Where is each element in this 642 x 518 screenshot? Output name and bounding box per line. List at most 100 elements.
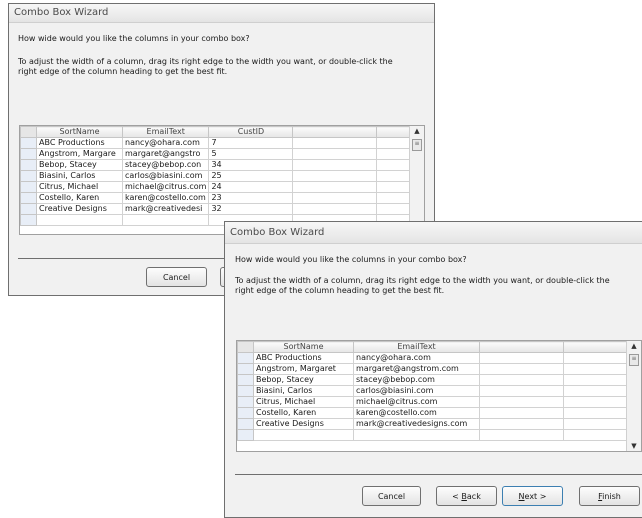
row-selector[interactable] xyxy=(20,148,37,160)
table-row[interactable]: Creative Designs mark@creativedesi 32 xyxy=(20,203,414,215)
cell-emailtext: stacey@bebop.com xyxy=(353,374,480,386)
cell-sortname: Bebop, Stacey xyxy=(253,374,354,386)
table-row xyxy=(237,429,628,441)
column-header-sortname[interactable]: SortName xyxy=(36,126,123,138)
table-row[interactable]: Costello, Karen karen@costello.com xyxy=(237,407,628,419)
back-button[interactable]: < Back xyxy=(436,486,497,506)
cell-custid: 5 xyxy=(208,148,294,160)
table-row[interactable]: Creative Designs mark@creativedesigns.com xyxy=(237,418,628,430)
finish-button[interactable]: Finish xyxy=(579,486,640,506)
window-title: Combo Box Wizard xyxy=(9,4,434,23)
cell-sortname: Angstrom, Margaret xyxy=(253,363,354,375)
cell-sortname: ABC Productions xyxy=(36,137,123,149)
table-row[interactable]: ABC Productions nancy@ohara.com 7 xyxy=(20,137,414,149)
row-selector-corner[interactable] xyxy=(237,341,254,353)
empty-column-header xyxy=(479,341,564,353)
scroll-thumb[interactable]: ≡ xyxy=(629,354,639,366)
cell-custid: 7 xyxy=(208,137,294,149)
row-selector[interactable] xyxy=(237,352,254,364)
row-selector[interactable] xyxy=(237,363,254,375)
cell-sortname: ABC Productions xyxy=(253,352,354,364)
cell-emailtext: mark@creativedesi xyxy=(121,203,210,215)
row-selector[interactable] xyxy=(20,181,37,193)
column-header-emailtext[interactable]: EmailText xyxy=(121,126,210,138)
columns-table: SortName EmailText ABC Productions nancy@… xyxy=(237,341,628,441)
cell-emailtext: stacey@bebop.con xyxy=(121,159,210,171)
cell-emailtext: carlos@biasini.com xyxy=(121,170,210,182)
cell-emailtext: margaret@angstro xyxy=(121,148,210,160)
separator-line xyxy=(235,474,642,475)
cell-sortname: Costello, Karen xyxy=(36,192,123,204)
question-text: How wide would you like the columns in y… xyxy=(18,34,250,43)
table-row[interactable]: Biasini, Carlos carlos@biasini.com 25 xyxy=(20,170,414,182)
cell-custid: 23 xyxy=(208,192,294,204)
columns-grid[interactable]: SortName EmailText CustID ABC Production… xyxy=(19,125,425,235)
vertical-scrollbar[interactable]: ▲ ≡ xyxy=(409,126,424,234)
table-row[interactable]: ABC Productions nancy@ohara.com xyxy=(237,352,628,364)
table-row[interactable]: Biasini, Carlos carlos@biasini.com xyxy=(237,385,628,397)
instruction-text: To adjust the width of a column, drag it… xyxy=(18,57,393,76)
cell-custid: 24 xyxy=(208,181,294,193)
row-selector[interactable] xyxy=(237,407,254,419)
cell-sortname: Bebop, Stacey xyxy=(36,159,123,171)
cell-custid: 32 xyxy=(208,203,294,215)
cell-custid: 34 xyxy=(208,159,294,171)
question-text: How wide would you like the columns in y… xyxy=(235,255,467,264)
cell-sortname: Creative Designs xyxy=(253,418,354,430)
instruction-text: To adjust the width of a column, drag it… xyxy=(235,276,610,295)
scroll-up-arrow-icon[interactable]: ▲ xyxy=(627,342,641,350)
header-row: SortName EmailText xyxy=(237,341,628,353)
cancel-button[interactable]: Cancel xyxy=(362,486,421,506)
table-row[interactable]: Angstrom, Margare margaret@angstro 5 xyxy=(20,148,414,160)
scroll-thumb[interactable]: ≡ xyxy=(412,139,422,151)
table-row[interactable]: Bebop, Stacey stacey@bebop.com xyxy=(237,374,628,386)
cell-sortname: Angstrom, Margare xyxy=(36,148,123,160)
table-row[interactable]: Angstrom, Margaret margaret@angstrom.com xyxy=(237,363,628,375)
header-row: SortName EmailText CustID xyxy=(20,126,414,138)
cell-custid: 25 xyxy=(208,170,294,182)
column-header-custid[interactable]: CustID xyxy=(208,126,294,138)
table-row[interactable]: Citrus, Michael michael@citrus.com xyxy=(237,396,628,408)
cell-sortname: Biasini, Carlos xyxy=(36,170,123,182)
empty-column-header xyxy=(376,126,414,138)
columns-grid[interactable]: SortName EmailText ABC Productions nancy@… xyxy=(236,340,642,452)
row-selector[interactable] xyxy=(237,385,254,397)
window-title: Combo Box Wizard xyxy=(225,222,642,244)
table-row[interactable]: Costello, Karen karen@costello.com 23 xyxy=(20,192,414,204)
scroll-down-arrow-icon[interactable]: ▼ xyxy=(627,442,641,450)
empty-column-header xyxy=(563,341,628,353)
table-row[interactable]: Bebop, Stacey stacey@bebop.con 34 xyxy=(20,159,414,171)
row-selector[interactable] xyxy=(20,170,37,182)
combo-box-wizard-front-window: Combo Box Wizard How wide would you like… xyxy=(224,221,642,518)
vertical-scrollbar[interactable]: ▲ ≡ ▼ xyxy=(626,341,641,451)
row-selector[interactable] xyxy=(20,137,37,149)
row-selector[interactable] xyxy=(20,203,37,215)
cell-sortname: Creative Designs xyxy=(36,203,123,215)
cell-emailtext: michael@citrus.com xyxy=(121,181,210,193)
cell-sortname: Citrus, Michael xyxy=(36,181,123,193)
row-selector-corner[interactable] xyxy=(20,126,37,138)
cell-sortname: Biasini, Carlos xyxy=(253,385,354,397)
column-header-sortname[interactable]: SortName xyxy=(253,341,354,353)
cell-sortname: Citrus, Michael xyxy=(253,396,354,408)
cell-emailtext: carlos@biasini.com xyxy=(353,385,480,397)
row-selector[interactable] xyxy=(20,159,37,171)
cell-sortname: Costello, Karen xyxy=(253,407,354,419)
row-selector[interactable] xyxy=(237,418,254,430)
cell-emailtext: nancy@ohara.com xyxy=(121,137,210,149)
cell-emailtext: mark@creativedesigns.com xyxy=(353,418,480,430)
column-header-emailtext[interactable]: EmailText xyxy=(353,341,480,353)
empty-column-header xyxy=(292,126,378,138)
scroll-up-arrow-icon[interactable]: ▲ xyxy=(410,127,424,135)
table-row[interactable]: Citrus, Michael michael@citrus.com 24 xyxy=(20,181,414,193)
row-selector[interactable] xyxy=(20,192,37,204)
columns-table: SortName EmailText CustID ABC Production… xyxy=(20,126,414,226)
cell-emailtext: michael@citrus.com xyxy=(353,396,480,408)
row-selector[interactable] xyxy=(237,396,254,408)
cell-emailtext: margaret@angstrom.com xyxy=(353,363,480,375)
cancel-button[interactable]: Cancel xyxy=(146,267,207,287)
next-button[interactable]: Next > xyxy=(502,486,563,506)
cell-emailtext: karen@costello.com xyxy=(121,192,210,204)
row-selector[interactable] xyxy=(237,374,254,386)
cell-emailtext: karen@costello.com xyxy=(353,407,480,419)
